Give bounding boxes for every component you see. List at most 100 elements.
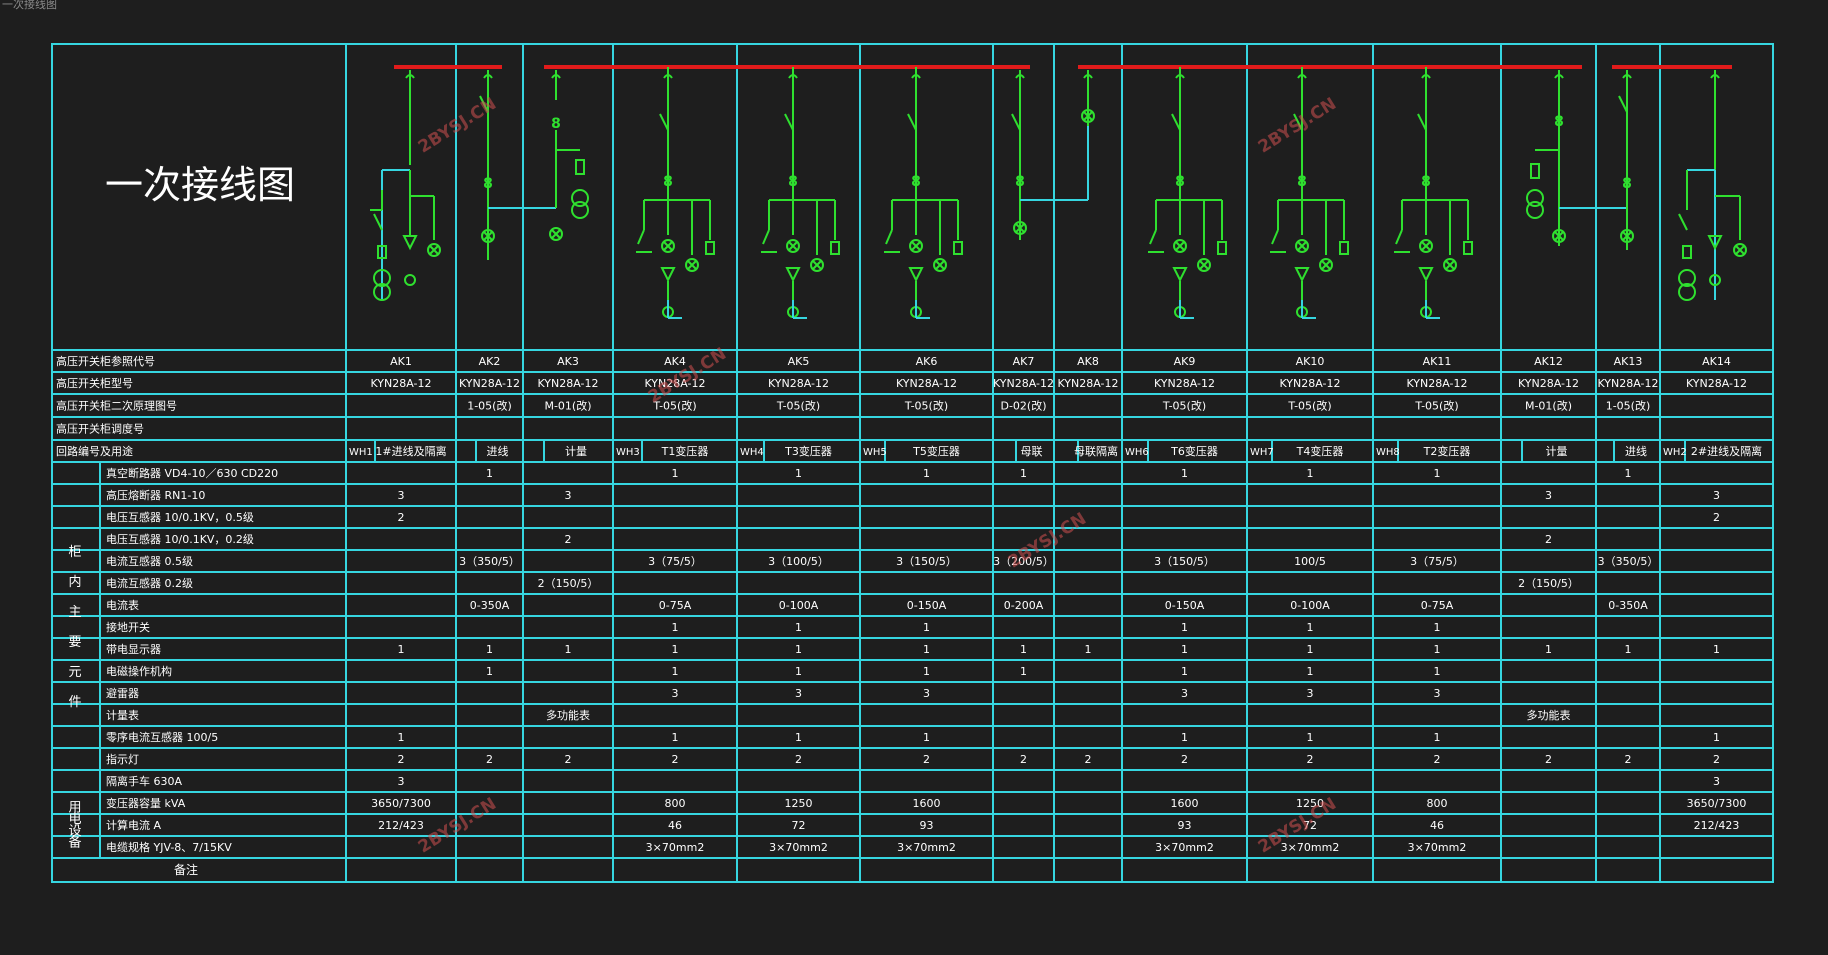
component-value: 1 bbox=[1625, 643, 1632, 656]
component-value: 3 bbox=[1713, 489, 1720, 502]
fuse bbox=[1530, 163, 1540, 179]
component-value: 3（75/5） bbox=[1410, 555, 1464, 568]
switch-blade bbox=[907, 113, 917, 131]
component-value: 1 bbox=[923, 621, 930, 634]
component-value: 1 bbox=[1545, 643, 1552, 656]
surge-arrester bbox=[1418, 267, 1434, 283]
component-value: 0-100A bbox=[1290, 599, 1330, 612]
component-value: 3 bbox=[398, 775, 405, 788]
component-label: 接地开关 bbox=[106, 620, 150, 634]
cell-value: KYN28A-12 bbox=[537, 377, 598, 390]
equipment-value: 800 bbox=[665, 797, 686, 810]
group-label-char: 柜 bbox=[68, 545, 81, 560]
circuit-use: T4变压器 bbox=[1296, 444, 1344, 458]
group-label-char: 主 bbox=[68, 605, 81, 620]
component-value: 1 bbox=[1020, 665, 1027, 678]
surge-arrester bbox=[785, 267, 801, 283]
circuit-use: T1变压器 bbox=[661, 444, 709, 458]
component-value: 2（150/5） bbox=[1518, 577, 1579, 590]
switch-blade bbox=[659, 113, 669, 131]
component-value: 2 bbox=[1545, 753, 1552, 766]
component-value: 1 bbox=[1434, 621, 1441, 634]
equipment-value: 72 bbox=[792, 819, 806, 832]
component-value: 2 bbox=[1434, 753, 1441, 766]
component-label: 电流互感器 0.5级 bbox=[106, 554, 193, 568]
equipment-label: 计算电流 A bbox=[106, 818, 161, 832]
circuit-use: T5变压器 bbox=[912, 444, 960, 458]
surge-arrester bbox=[402, 235, 418, 251]
equipment-value: 93 bbox=[920, 819, 934, 832]
component-value: 1 bbox=[1020, 643, 1027, 656]
component-value: 3 bbox=[1181, 687, 1188, 700]
component-value: 3（350/5） bbox=[1598, 555, 1659, 568]
component-value: 2 bbox=[1307, 753, 1314, 766]
equipment-value: 46 bbox=[1430, 819, 1444, 832]
equipment-value: 212/423 bbox=[378, 819, 424, 832]
equipment-label: 电缆规格 YJV-8、7/15KV bbox=[106, 840, 232, 854]
component-value: 1 bbox=[923, 731, 930, 744]
component-value: 1 bbox=[1307, 467, 1314, 480]
row-label: 高压开关柜二次原理图号 bbox=[56, 399, 177, 413]
cell-value: KYN28A-12 bbox=[768, 377, 829, 390]
current-transformer: 8 bbox=[1421, 174, 1431, 190]
component-label: 隔离手车 630A bbox=[106, 774, 182, 788]
component-value: 100/5 bbox=[1294, 555, 1326, 568]
cable-terminal bbox=[404, 274, 416, 286]
circuit-use: 计量 bbox=[1546, 445, 1568, 458]
cell-value: 1-05(改) bbox=[467, 399, 512, 413]
component-value: 3（150/5） bbox=[1154, 555, 1215, 568]
cell-value: KYN28A-12 bbox=[1279, 377, 1340, 390]
component-label: 避雷器 bbox=[106, 686, 139, 700]
cell-value: AK10 bbox=[1296, 355, 1325, 368]
surge-arrester bbox=[660, 267, 676, 283]
component-value: 2 bbox=[1085, 753, 1092, 766]
component-value: 1 bbox=[1307, 621, 1314, 634]
circuit-use: 进线 bbox=[487, 444, 509, 458]
remarks-label: 备注 bbox=[174, 862, 198, 877]
component-label: 电压互感器 10/0.1KV，0.5级 bbox=[106, 511, 254, 524]
component-value: 2 bbox=[565, 753, 572, 766]
component-value: 1 bbox=[672, 621, 679, 634]
fuse bbox=[830, 241, 840, 255]
component-value: 1 bbox=[923, 467, 930, 480]
component-label: 电流表 bbox=[106, 598, 139, 612]
component-value: 2 bbox=[398, 511, 405, 524]
component-value: 1 bbox=[795, 665, 802, 678]
component-value: 1 bbox=[1434, 665, 1441, 678]
component-value: 1 bbox=[486, 665, 493, 678]
equipment-value: 3×70mm2 bbox=[646, 841, 705, 854]
current-transformer: 8 bbox=[663, 174, 673, 190]
component-value: 2 bbox=[1713, 511, 1720, 524]
component-value: 多功能表 bbox=[1527, 708, 1571, 722]
cell-value: KYN28A-12 bbox=[370, 377, 431, 390]
component-value: 3 bbox=[398, 489, 405, 502]
cell-value: AK3 bbox=[557, 355, 579, 368]
component-value: 2 bbox=[398, 753, 405, 766]
cell-value: AK1 bbox=[390, 355, 412, 368]
group-label-char: 元 bbox=[68, 665, 81, 680]
group-label-char: 件 bbox=[68, 695, 81, 710]
cell-value: AK7 bbox=[1013, 355, 1035, 368]
component-value: 0-350A bbox=[1608, 599, 1648, 612]
current-transformer: 8 bbox=[551, 116, 561, 132]
cell-value: T-05(改) bbox=[904, 399, 948, 413]
switch-blade bbox=[1011, 113, 1021, 131]
cell-value: KYN28A-12 bbox=[1597, 377, 1658, 390]
circuit-use: 1#进线及隔离 bbox=[375, 444, 446, 458]
earth-switch bbox=[762, 229, 770, 245]
circuit-code: WH8 bbox=[1376, 447, 1400, 458]
circuit-use: 2#进线及隔离 bbox=[1691, 444, 1762, 458]
component-label: 指示灯 bbox=[106, 752, 139, 766]
row-label: 高压开关柜参照代号 bbox=[56, 354, 155, 368]
equipment-value: 3×70mm2 bbox=[1281, 841, 1340, 854]
component-value: 3 bbox=[1545, 489, 1552, 502]
component-value: 2 bbox=[1625, 753, 1632, 766]
component-value: 1 bbox=[672, 665, 679, 678]
component-value: 1 bbox=[795, 643, 802, 656]
component-label: 电压互感器 10/0.1KV，0.2级 bbox=[106, 533, 254, 546]
panel-schematics: 88888888888 bbox=[370, 67, 1747, 319]
component-value: 0-75A bbox=[659, 599, 692, 612]
component-value: 2 bbox=[1020, 753, 1027, 766]
fuse bbox=[575, 159, 585, 175]
equipment-value: 1250 bbox=[785, 797, 813, 810]
